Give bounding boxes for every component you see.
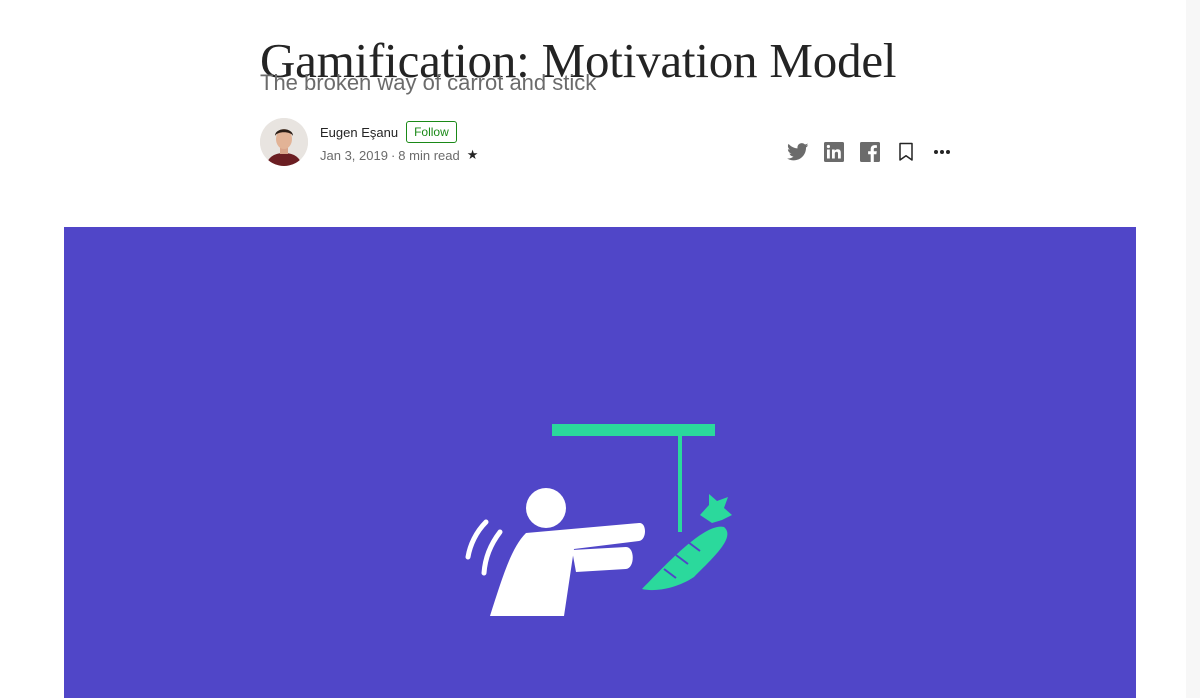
scrollbar-track[interactable] — [1186, 0, 1200, 698]
article-subtitle: The broken way of carrot and stick — [260, 70, 597, 95]
publish-date: Jan 3, 2019 — [320, 147, 388, 163]
article-page: Gamification: Motivation Model The broke… — [0, 0, 1200, 698]
string-line — [678, 436, 682, 532]
stick-bar — [552, 424, 715, 436]
twitter-icon — [787, 143, 809, 161]
article-meta: Jan 3, 2019 · 8 min read ★ — [320, 147, 478, 163]
member-star-icon: ★ — [466, 147, 479, 162]
carrot-icon — [642, 494, 732, 591]
follow-button[interactable]: Follow — [406, 121, 457, 143]
hero-image — [64, 227, 1136, 698]
share-actions — [786, 140, 954, 164]
twitter-share-button[interactable] — [786, 140, 810, 164]
read-time: 8 min read — [398, 147, 460, 163]
linkedin-icon — [824, 142, 844, 162]
author-row: Eugen Eşanu Follow — [320, 121, 457, 143]
bookmark-icon — [899, 142, 913, 161]
bookmark-button[interactable] — [894, 140, 918, 164]
avatar-image — [260, 118, 308, 166]
author-avatar[interactable] — [260, 118, 308, 166]
person-figure-icon — [465, 488, 645, 616]
author-name[interactable]: Eugen Eşanu — [320, 125, 398, 140]
more-icon — [934, 150, 950, 154]
linkedin-share-button[interactable] — [822, 140, 846, 164]
facebook-share-button[interactable] — [858, 140, 882, 164]
meta-separator: · — [390, 147, 396, 163]
more-options-button[interactable] — [930, 140, 954, 164]
facebook-icon — [860, 142, 880, 162]
carrot-and-stick-illustration — [465, 424, 732, 616]
